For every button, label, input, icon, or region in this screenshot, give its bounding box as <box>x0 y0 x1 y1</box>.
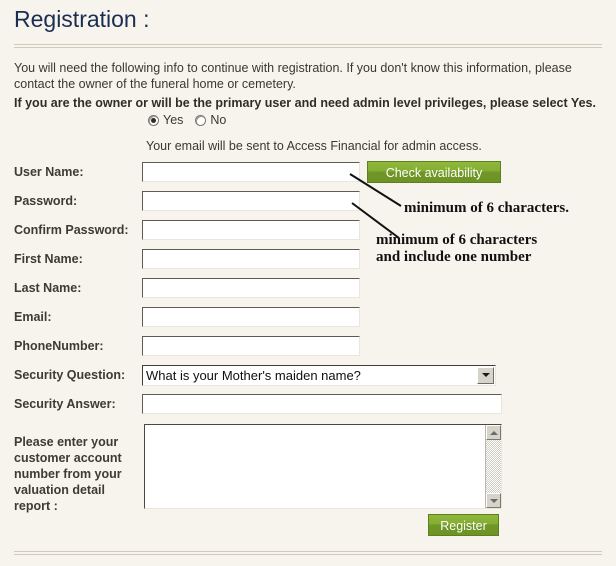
account-number-label: Please enter your customer account numbe… <box>14 435 122 513</box>
user-name-label: User Name: <box>14 165 84 179</box>
register-button[interactable]: Register <box>428 514 499 536</box>
check-availability-button[interactable]: Check availability <box>367 161 501 183</box>
security-answer-input[interactable] <box>142 394 502 414</box>
username-annotation: minimum of 6 characters. <box>404 200 569 216</box>
security-answer-label: Security Answer: <box>14 397 116 411</box>
confirm-password-label: Confirm Password: <box>14 223 129 237</box>
row-last-name: Last Name: <box>14 277 360 299</box>
last-name-label: Last Name: <box>14 281 82 295</box>
security-question-label: Security Question: <box>14 368 126 382</box>
row-password: Password: <box>14 190 360 212</box>
page-title: Registration : <box>14 6 150 32</box>
row-user-name: User Name: <box>14 161 360 183</box>
divider-top <box>14 44 602 48</box>
radio-no-label: No <box>210 113 227 127</box>
first-name-label: First Name: <box>14 252 83 266</box>
email-hint-text: Your email will be sent to Access Financ… <box>146 139 482 153</box>
row-first-name: First Name: <box>14 248 360 270</box>
row-security-question: Security Question: What is your Mother's… <box>14 364 496 386</box>
account-number-textarea[interactable] <box>145 425 485 508</box>
user-name-input[interactable] <box>142 162 360 182</box>
last-name-input[interactable] <box>142 278 360 298</box>
security-question-value: What is your Mother's maiden name? <box>146 367 361 383</box>
admin-choice-group: Yes No <box>148 113 234 127</box>
password-label: Password: <box>14 194 78 208</box>
textarea-scrollbar[interactable] <box>485 425 501 508</box>
security-question-select[interactable]: What is your Mother's maiden name? <box>142 364 496 386</box>
radio-yes-label: Yes <box>163 113 184 127</box>
scroll-down-icon[interactable] <box>486 493 501 508</box>
intro-bold-paragraph: If you are the owner or will be the prim… <box>14 96 596 110</box>
password-annotation: minimum of 6 characters and include one … <box>376 232 538 265</box>
row-confirm-password: Confirm Password: <box>14 219 360 241</box>
radio-yes[interactable] <box>148 114 159 126</box>
intro-paragraph: You will need the following info to cont… <box>14 61 572 91</box>
radio-no[interactable] <box>195 114 207 126</box>
first-name-input[interactable] <box>142 249 360 269</box>
divider-bottom <box>14 551 602 555</box>
chevron-down-icon[interactable] <box>477 366 494 384</box>
confirm-password-input[interactable] <box>142 220 360 240</box>
scroll-up-icon[interactable] <box>486 425 501 440</box>
row-phone-number: PhoneNumber: <box>14 335 360 357</box>
email-label: Email: <box>14 310 52 324</box>
password-input[interactable] <box>142 191 360 211</box>
registration-page: Registration : You will need the followi… <box>0 0 616 566</box>
phone-number-input[interactable] <box>142 336 360 356</box>
phone-number-label: PhoneNumber: <box>14 339 104 353</box>
email-input[interactable] <box>142 307 360 327</box>
account-number-textarea-wrap <box>144 424 502 509</box>
row-email: Email: <box>14 306 360 328</box>
row-security-answer: Security Answer: <box>14 393 502 415</box>
